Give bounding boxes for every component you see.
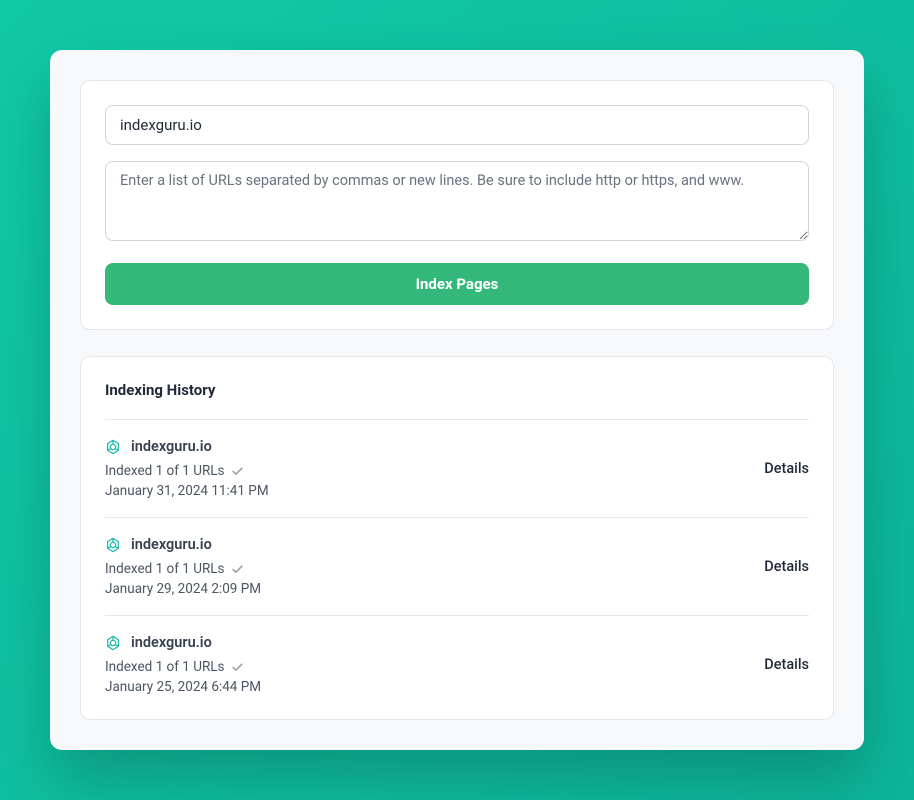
history-domain-label: indexguru.io [131,634,212,651]
details-link[interactable]: Details [764,460,809,477]
history-title: Indexing History [105,381,809,420]
history-item-info: indexguru.io Indexed 1 of 1 URLs January… [105,438,269,499]
details-link[interactable]: Details [764,558,809,575]
history-item: indexguru.io Indexed 1 of 1 URLs January… [105,518,809,616]
history-date-label: January 31, 2024 11:41 PM [105,483,269,499]
history-status-label: Indexed 1 of 1 URLs [105,463,225,479]
history-date-label: January 29, 2024 2:09 PM [105,581,261,597]
history-status-row: Indexed 1 of 1 URLs [105,659,261,675]
history-domain-row: indexguru.io [105,438,269,455]
domain-input[interactable] [105,105,809,145]
history-domain-row: indexguru.io [105,536,261,553]
history-item: indexguru.io Indexed 1 of 1 URLs January… [105,420,809,518]
globe-icon [105,635,121,651]
check-icon [231,465,244,478]
history-item: indexguru.io Indexed 1 of 1 URLs January… [105,616,809,695]
check-icon [231,563,244,576]
history-date-label: January 25, 2024 6:44 PM [105,679,261,695]
history-domain-label: indexguru.io [131,536,212,553]
history-status-label: Indexed 1 of 1 URLs [105,659,225,675]
details-link[interactable]: Details [764,656,809,673]
history-status-label: Indexed 1 of 1 URLs [105,561,225,577]
history-item-info: indexguru.io Indexed 1 of 1 URLs January… [105,634,261,695]
main-container: Index Pages Indexing History indexguru.i… [50,50,864,750]
index-pages-button[interactable]: Index Pages [105,263,809,305]
history-status-row: Indexed 1 of 1 URLs [105,463,269,479]
history-status-row: Indexed 1 of 1 URLs [105,561,261,577]
index-form-card: Index Pages [80,80,834,330]
check-icon [231,661,244,674]
history-item-info: indexguru.io Indexed 1 of 1 URLs January… [105,536,261,597]
history-card: Indexing History indexguru.io Indexed 1 … [80,356,834,720]
history-domain-row: indexguru.io [105,634,261,651]
globe-icon [105,537,121,553]
urls-textarea[interactable] [105,161,809,241]
globe-icon [105,439,121,455]
history-domain-label: indexguru.io [131,438,212,455]
